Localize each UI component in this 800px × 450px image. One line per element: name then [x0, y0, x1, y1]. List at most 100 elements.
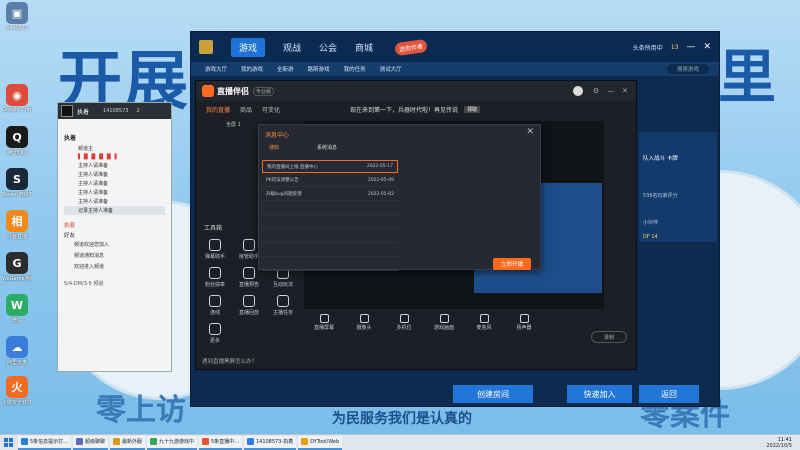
game-subnav-item[interactable]: 测试大厅 [380, 65, 402, 73]
dialog-tab-system[interactable]: 系统消息 [317, 144, 337, 151]
tool-label: 直播预告 [238, 282, 259, 288]
game-username[interactable]: 头条所用中 [633, 43, 663, 52]
avatar[interactable] [572, 86, 583, 96]
message-center-dialog[interactable]: 消息中心 ✕ 通知 系统消息 立即开播 我的直播间上线 直播中心 2022-05-… [258, 124, 541, 271]
game-nav-watch[interactable]: 观战 [283, 41, 301, 54]
desktop-shortcut[interactable]: 火火绒安全软件 [2, 376, 32, 406]
desktop-shortcut[interactable]: G WeGame游戏 [2, 252, 32, 282]
chat-friend-tag[interactable]: 好友 [64, 231, 165, 239]
return-button[interactable]: 返回 [639, 385, 699, 403]
game-nav-shop[interactable]: 商城 [355, 41, 373, 54]
list-item[interactable]: 欢迎进入频道 [64, 261, 165, 272]
close-icon[interactable]: ✕ [526, 127, 534, 137]
help-link[interactable]: 遇到直播黑屏怎么办？ [202, 357, 257, 365]
bottom-tool-button[interactable]: 麦克风 [464, 313, 504, 331]
dialog-tab-notify[interactable]: 通知 [269, 144, 279, 151]
stream-tab-bar: 我的直播 商品 可变化 现在来到第一下，兵器时代啦！再见传说 领取 [196, 103, 636, 115]
desktop-shortcut[interactable]: ▣ 6450873 [2, 2, 32, 31]
stream-notice: 现在来到第一下，兵器时代啦！再见传说 [350, 106, 459, 114]
game-subnav-item[interactable]: 我的游戏 [241, 65, 263, 73]
channel-item[interactable]: 主持人请准备 [64, 179, 165, 188]
bottom-tool-button[interactable]: 直播屏幕 [304, 313, 344, 331]
taskbar-item[interactable]: 5条信息提示打... [18, 435, 71, 450]
start-menu-icon[interactable] [2, 436, 16, 450]
quick-join-button[interactable]: 快速加入 [567, 385, 632, 403]
tool-icon [277, 295, 289, 307]
taskbar-item[interactable]: 九十九游游戏中 [146, 435, 197, 450]
desktop-shortcut-label: 斗鱼直播 [6, 234, 27, 240]
channel-item[interactable]: 主持人请准备 [64, 188, 165, 197]
bottom-tool-button[interactable]: 摄像头 [344, 313, 384, 331]
list-item[interactable]: 频道通知消息 [64, 250, 165, 261]
message-title: 我的直播间上线 直播中心 [267, 164, 318, 170]
list-item[interactable]: 频道欢迎您加入 [64, 239, 165, 250]
tool-button[interactable]: 弹幕助手 [200, 239, 230, 260]
avatar[interactable] [61, 105, 73, 117]
taskbar-item[interactable]: 5条直播中... [199, 435, 242, 450]
bottom-tool-label: 扬声器 [516, 324, 532, 331]
system-clock[interactable]: 11:41 2022/10/5 [766, 437, 792, 449]
message-title: 升级bug问题反馈 [266, 192, 302, 197]
taskbar-item[interactable]: DYTool/Web [298, 435, 343, 450]
start-stream-button[interactable]: 立即开播 [493, 258, 531, 270]
taskbar-item[interactable]: 最新外服 [109, 435, 145, 450]
stream-bottom-toolbar: 直播屏幕 摄像头 多机位 游戏画面 麦克风 扬声器 [304, 311, 634, 333]
tool-button[interactable]: 主播任务 [268, 295, 298, 316]
stream-logo-text: 直播伴侣 [217, 86, 249, 96]
bottom-tool-button[interactable]: 扬声器 [504, 313, 544, 331]
message-row[interactable] [262, 230, 398, 243]
desktop-shortcut[interactable]: ◉Google Chrome [2, 84, 32, 113]
desktop-shortcut[interactable]: Q 腾讯QQ [2, 126, 32, 156]
message-row[interactable]: PK玩法调整公告 2022-05-09 [262, 174, 398, 187]
message-row[interactable] [262, 216, 398, 229]
game-subnav-item[interactable]: 全新游 [277, 65, 294, 73]
close-icon[interactable]: ✕ [622, 87, 628, 95]
message-row[interactable] [262, 258, 398, 271]
scene-label[interactable]: 全屏 1 [226, 121, 241, 128]
desktop-shortcut[interactable]: ☁ 阿里云盘 [2, 336, 32, 366]
channel-item[interactable]: 主持人请准备 [64, 161, 165, 170]
channel-item[interactable]: 记录主持人准备 [64, 206, 165, 215]
tool-button[interactable]: 连线 [200, 295, 230, 316]
game-subnav-item[interactable]: 路斯游戏 [308, 65, 330, 73]
tool-button[interactable]: 直播预告 [234, 267, 264, 288]
app-icon [21, 438, 28, 445]
bottom-tool-button[interactable]: 游戏画面 [424, 313, 464, 331]
bottom-tool-button[interactable]: 多机位 [384, 313, 424, 331]
game-subnav-item[interactable]: 游戏大厅 [205, 65, 227, 73]
current-user-name: 执着 [64, 223, 76, 229]
tab-my-stream[interactable]: 我的直播 [206, 105, 230, 114]
channel-item[interactable]: 主持人请准备 [64, 170, 165, 179]
minimize-icon[interactable]: — [607, 87, 614, 95]
chat-window[interactable]: 执着 14108573 2 执着 频道主 ▌▐▌▐▌▐▌▐▌▐ 主持人请准备 主持人请… [57, 102, 172, 372]
message-row[interactable]: 升级bug问题反馈 2022-05-02 [262, 188, 398, 201]
game-promo-badge[interactable]: 送你作者 [394, 38, 428, 56]
tool-button[interactable]: 直播回放 [234, 295, 264, 316]
desktop-shortcut[interactable]: S Steam游戏平台 [2, 168, 32, 198]
desktop-shortcut[interactable]: 相斗鱼直播 [2, 210, 32, 240]
message-row[interactable]: 我的直播间上线 直播中心 2022-05-17 [262, 160, 398, 173]
game-nav-guild[interactable]: 公会 [319, 41, 337, 54]
chat-self[interactable]: 执着 [64, 221, 165, 229]
game-subnav-item[interactable]: 我的任务 [344, 65, 366, 73]
minimize-icon[interactable]: — [686, 42, 695, 52]
taskbar-item[interactable]: 14108573-执着 [243, 435, 297, 450]
tab-variants[interactable]: 可变化 [262, 105, 280, 114]
create-room-button[interactable]: 创建房间 [453, 385, 533, 403]
settings-icon[interactable]: ⚙ [593, 87, 599, 95]
channel-item[interactable]: 频道主 [64, 144, 165, 153]
tool-button[interactable]: 更多 [200, 323, 230, 344]
notice-claim-button[interactable]: 领取 [464, 105, 481, 113]
record-button[interactable]: 录制 [591, 331, 627, 343]
close-icon[interactable]: ✕ [703, 42, 711, 52]
message-row[interactable] [262, 244, 398, 257]
channel-item[interactable]: ▌▐▌▐▌▐▌▐▌▐ [64, 153, 165, 161]
channel-item[interactable]: 主持人请准备 [64, 197, 165, 206]
message-row[interactable] [262, 202, 398, 215]
desktop-shortcut[interactable]: W 微信 [2, 294, 32, 324]
game-search-input[interactable]: 搜索游戏 [666, 64, 709, 74]
taskbar-item[interactable]: 超级聊聊 [72, 435, 108, 450]
tool-button[interactable]: 粉丝勋章 [200, 267, 230, 288]
tab-goods[interactable]: 商品 [240, 105, 252, 114]
game-nav-play[interactable]: 游戏 [231, 37, 266, 57]
